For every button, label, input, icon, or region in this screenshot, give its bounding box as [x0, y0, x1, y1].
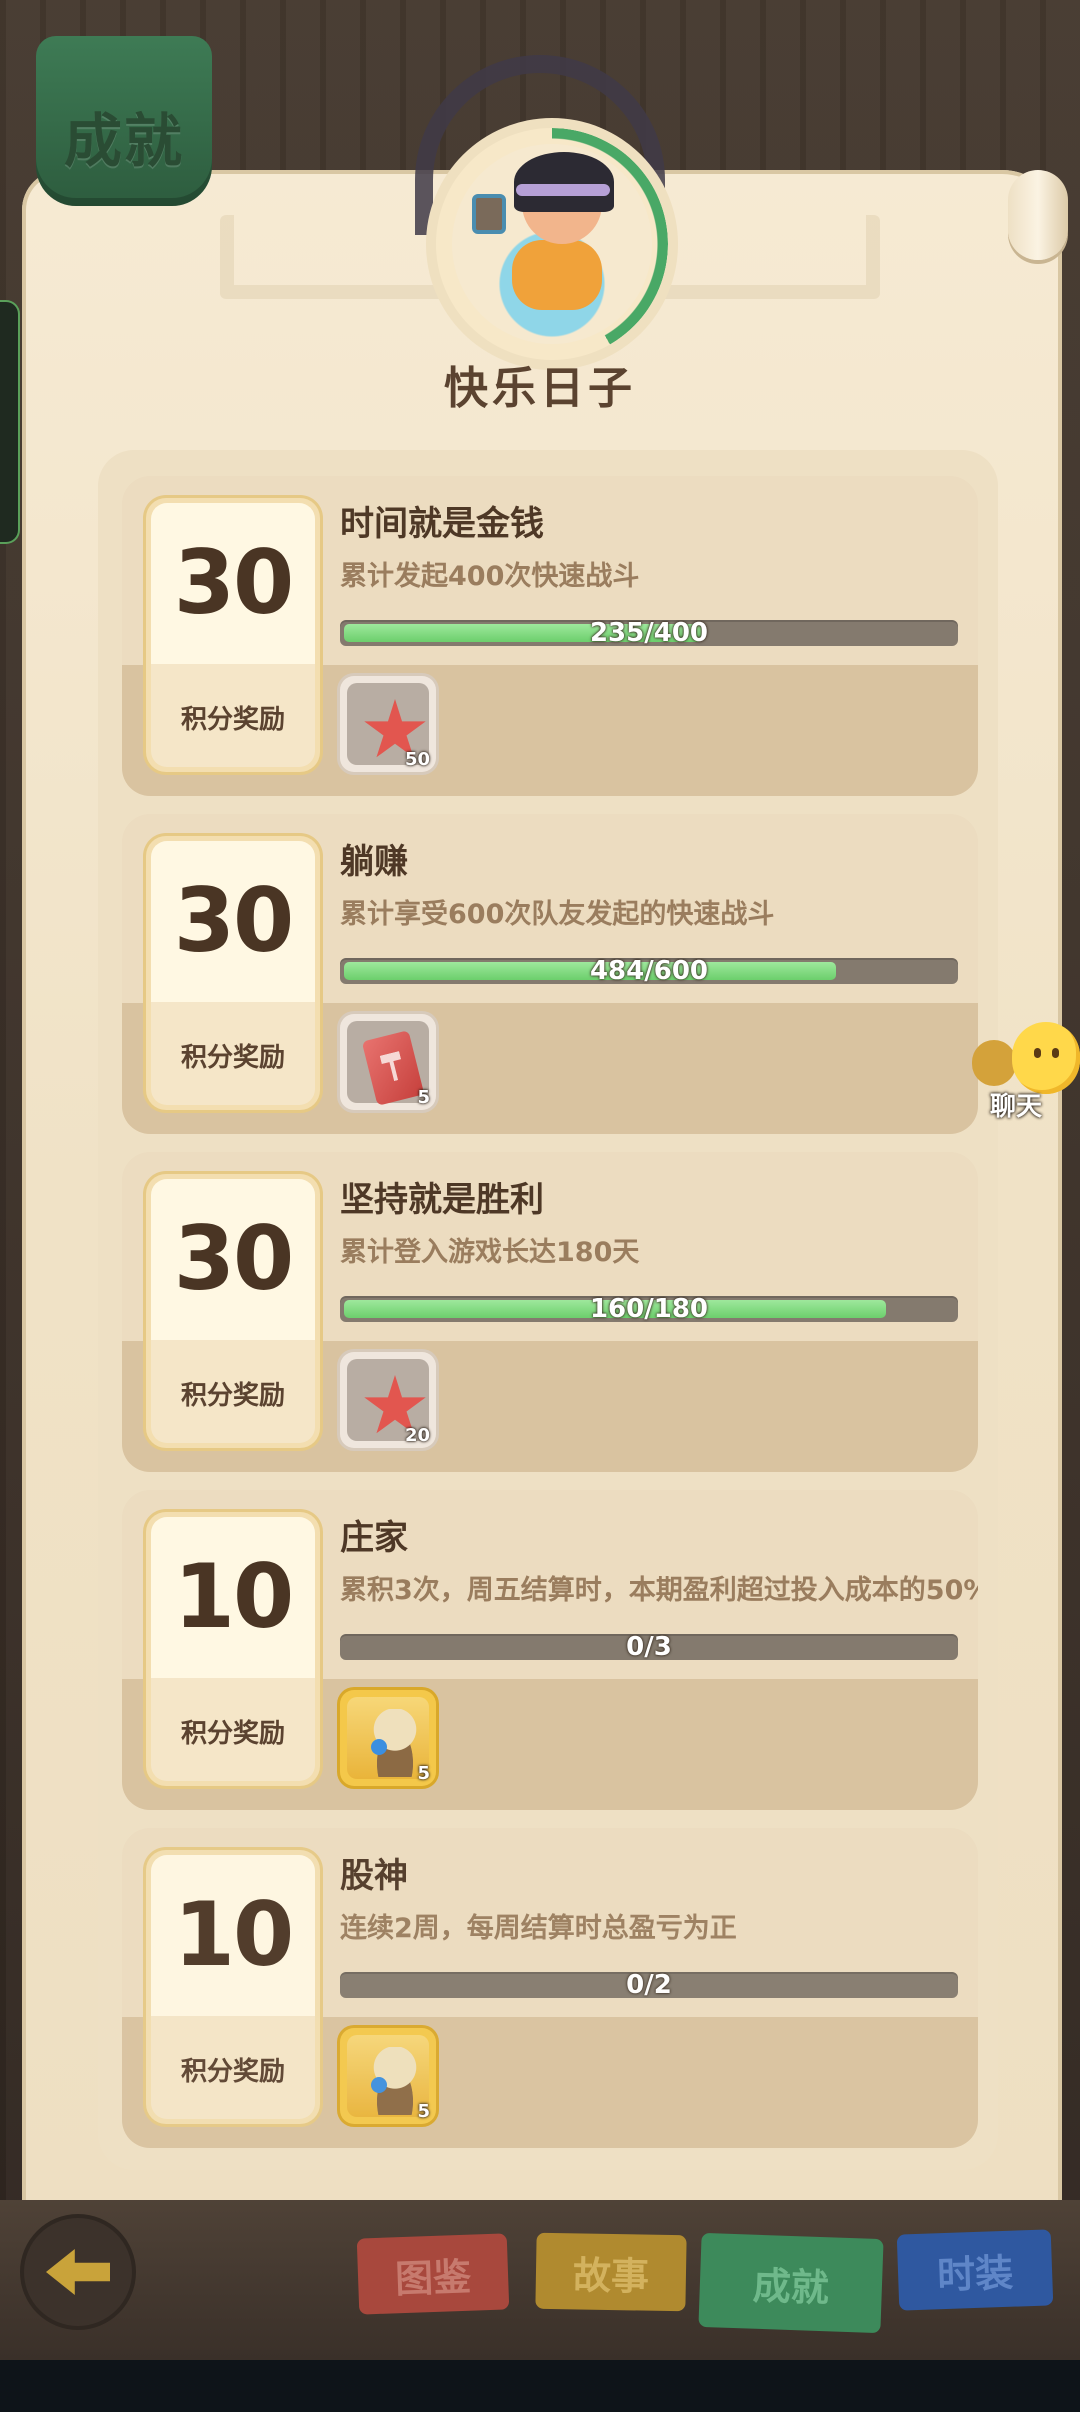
achievement-title: 庄家 [340, 1518, 408, 1558]
reward-item[interactable]: 20 [340, 1352, 436, 1448]
system-nav-strip [0, 2360, 1080, 2412]
progress-text: 0/2 [626, 1972, 672, 1998]
tab-gallery[interactable]: 图鉴 [356, 2233, 510, 2315]
points-value: 10 [173, 1883, 294, 1986]
tab-label: 成就 [752, 2263, 830, 2310]
ticket-icon [361, 1030, 425, 1106]
chat-label: 聊天 [990, 1092, 1043, 1122]
progress-bar: 0/2 [340, 1972, 958, 1998]
reward-quantity: 20 [404, 1425, 430, 1446]
progress-text: 484/600 [589, 958, 709, 984]
tab-story[interactable]: 故事 [535, 2232, 687, 2312]
reward-item[interactable]: 5 [340, 1690, 436, 1786]
side-drawer-handle[interactable] [0, 300, 20, 544]
tab-achievements[interactable]: 成就 [698, 2232, 884, 2334]
reward-quantity: 5 [417, 1763, 430, 1784]
achievement-description: 累积3次，周五结算时，本期盈利超过投入成本的50% [340, 1575, 978, 1606]
chat-face-icon [1012, 1022, 1080, 1094]
points-badge: 10 积分奖励 [146, 1850, 320, 2124]
idol-icon [367, 2047, 423, 2115]
achievement-title: 坚持就是胜利 [340, 1180, 544, 1220]
points-label: 积分奖励 [180, 705, 285, 735]
tab-costume[interactable]: 时装 [896, 2229, 1054, 2311]
scroll-roll-decoration [1008, 170, 1068, 260]
back-arrow-icon [46, 2249, 110, 2295]
tribal-pattern-right [652, 215, 880, 299]
points-badge: 10 积分奖励 [146, 1512, 320, 1786]
achievement-card: 30 积分奖励 时间就是金钱 累计发起400次快速战斗 235/400 50 [122, 476, 978, 796]
achievement-description: 累计享受600次队友发起的快速战斗 [340, 899, 775, 930]
points-label: 积分奖励 [180, 1381, 285, 1411]
achievement-avatar [436, 128, 668, 360]
chat-bubble-icon [972, 1040, 1016, 1086]
progress-bar: 160/180 [340, 1296, 958, 1322]
tribal-pattern-left [220, 215, 448, 299]
chat-button[interactable]: 聊天 [972, 1022, 1080, 1122]
achievement-description: 连续2周，每周结算时总盈亏为正 [340, 1913, 737, 1944]
reward-quantity: 5 [417, 2101, 430, 2122]
points-value: 30 [173, 869, 294, 972]
points-value: 10 [173, 1545, 294, 1648]
reward-quantity: 5 [417, 1087, 430, 1108]
avatar-progress-ring [436, 128, 668, 360]
progress-bar: 484/600 [340, 958, 958, 984]
achievement-title: 股神 [340, 1856, 408, 1896]
achievement-set-title: 快乐日子 [444, 363, 636, 414]
tab-label: 图鉴 [394, 2254, 472, 2301]
tab-label: 时装 [936, 2250, 1014, 2297]
points-badge: 30 积分奖励 [146, 1174, 320, 1448]
progress-text: 160/180 [589, 1296, 709, 1322]
points-value: 30 [173, 531, 294, 634]
progress-text: 0/3 [626, 1634, 672, 1660]
progress-bar: 235/400 [340, 620, 958, 646]
points-label: 积分奖励 [180, 1719, 285, 1749]
achievement-card: 30 积分奖励 躺赚 累计享受600次队友发起的快速战斗 484/600 5 [122, 814, 978, 1134]
idol-icon [367, 1709, 423, 1777]
reward-item[interactable]: 5 [340, 2028, 436, 2124]
points-badge: 30 积分奖励 [146, 498, 320, 772]
achievement-card: 10 积分奖励 庄家 累积3次，周五结算时，本期盈利超过投入成本的50% 0/3… [122, 1490, 978, 1810]
points-badge: 30 积分奖励 [146, 836, 320, 1110]
reward-item[interactable]: 5 [340, 1014, 436, 1110]
progress-text: 235/400 [589, 620, 709, 646]
reward-item[interactable]: 50 [340, 676, 436, 772]
title-tab: 成就 [36, 36, 212, 206]
page-title: 成就 [63, 107, 184, 175]
progress-bar: 0/3 [340, 1634, 958, 1660]
achievement-title: 时间就是金钱 [340, 504, 544, 544]
achievement-description: 累计登入游戏长达180天 [340, 1237, 640, 1268]
achievement-description: 累计发起400次快速战斗 [340, 561, 640, 592]
tab-label: 故事 [572, 2252, 650, 2299]
points-label: 积分奖励 [180, 1043, 285, 1073]
back-button[interactable] [24, 2218, 132, 2326]
reward-quantity: 50 [404, 749, 430, 770]
achievement-card: 30 积分奖励 坚持就是胜利 累计登入游戏长达180天 160/180 20 [122, 1152, 978, 1472]
achievement-card: 10 积分奖励 股神 连续2周，每周结算时总盈亏为正 0/2 5 [122, 1828, 978, 2148]
points-label: 积分奖励 [180, 2057, 285, 2087]
achievement-title: 躺赚 [340, 842, 408, 882]
points-value: 30 [173, 1207, 294, 1310]
